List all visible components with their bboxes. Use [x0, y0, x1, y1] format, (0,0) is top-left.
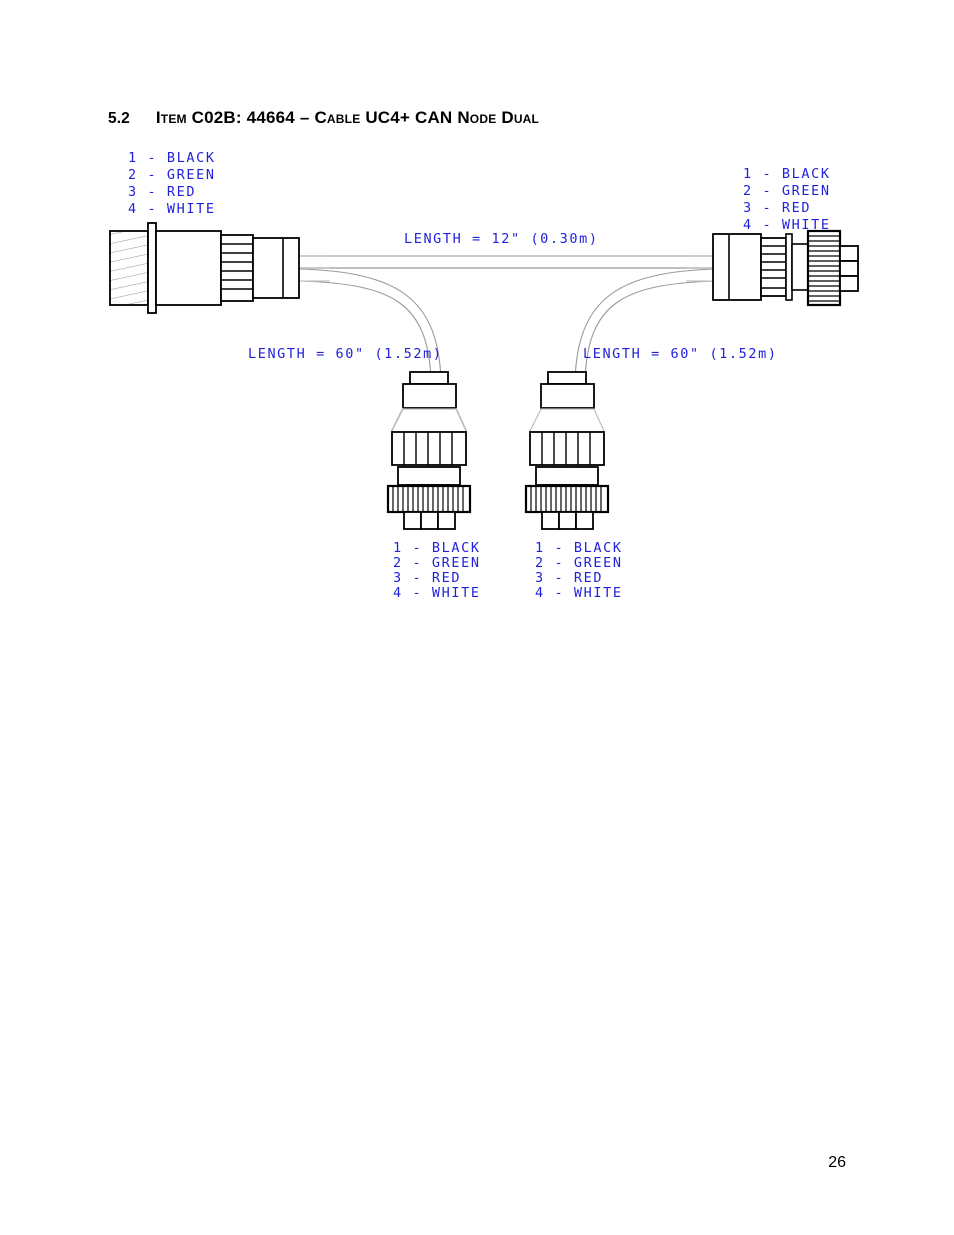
connector-main-right-hex-cap	[839, 245, 859, 292]
pinout-bottom-left-line-3: 3 - RED	[393, 570, 461, 586]
diagram-annotations: 1 - BLACK 2 - GREEN 3 - RED 4 - WHITE 1 …	[128, 150, 831, 601]
pinout-bottom-left-line-4: 4 - WHITE	[393, 585, 481, 601]
cable-stubs-left	[297, 255, 330, 282]
connector-branch-right-body	[529, 431, 605, 466]
pinout-bottom-right-line-1: 1 - BLACK	[535, 540, 623, 556]
connector-branch-right-shoulder	[535, 466, 599, 486]
connector-main-left	[109, 222, 300, 314]
connector-main-right-washer	[785, 233, 793, 301]
connector-branch-right	[524, 371, 610, 530]
connector-branch-left-hex-foot	[403, 511, 456, 530]
connector-main-right	[712, 229, 859, 307]
connector-main-left-thread	[109, 230, 149, 306]
label-branch-left-length: LENGTH = 60" (1.52m)	[248, 346, 443, 362]
connector-branch-left-body	[391, 431, 467, 466]
connector-branch-left-collar	[402, 383, 457, 409]
connector-main-left-flange	[147, 222, 157, 314]
connector-main-left-backshell	[252, 237, 300, 299]
cable-branch-right	[574, 268, 717, 381]
pinout-bottom-left-line-2: 2 - GREEN	[393, 555, 481, 571]
pinout-top-left-line-4: 4 - WHITE	[128, 201, 216, 217]
connector-main-right-knurled-nut	[806, 229, 842, 307]
connector-branch-left-knurl-lines	[392, 486, 464, 512]
connector-branch-right-hex-foot	[541, 511, 594, 530]
connector-branch-right-cap	[547, 371, 587, 385]
pinout-bottom-left-line-1: 1 - BLACK	[393, 540, 481, 556]
connector-branch-left-cap	[409, 371, 449, 385]
connector-branch-right-taper	[529, 408, 605, 433]
pinout-bottom-right-line-2: 2 - GREEN	[535, 555, 623, 571]
connector-main-left-body	[155, 230, 222, 306]
connector-main-right-backshell	[712, 233, 762, 301]
connector-branch-left-shoulder	[397, 466, 461, 486]
pinout-bottom-left: 1 - BLACK 2 - GREEN 3 - RED 4 - WHITE	[393, 540, 481, 601]
connector-branch-right-collar	[540, 383, 595, 409]
pinout-top-left-line-3: 3 - RED	[128, 184, 196, 200]
label-trunk-length: LENGTH = 12" (0.30m)	[404, 231, 599, 247]
cable-branch-left	[299, 268, 442, 381]
connector-branch-right-knurl-lines	[530, 486, 602, 512]
pinout-top-right-line-4: 4 - WHITE	[743, 217, 831, 233]
pinout-bottom-right-line-3: 3 - RED	[535, 570, 603, 586]
connector-branch-left	[386, 371, 472, 530]
pinout-top-right-line-3: 3 - RED	[743, 200, 811, 216]
pinout-top-left: 1 - BLACK 2 - GREEN 3 - RED 4 - WHITE	[128, 150, 216, 217]
pinout-top-left-line-1: 1 - BLACK	[128, 150, 216, 166]
pinout-bottom-right: 1 - BLACK 2 - GREEN 3 - RED 4 - WHITE	[535, 540, 623, 601]
page-number: 26	[828, 1154, 846, 1171]
pinout-top-left-line-2: 2 - GREEN	[128, 167, 216, 183]
pinout-top-right: 1 - BLACK 2 - GREEN 3 - RED 4 - WHITE	[743, 166, 831, 233]
pinout-top-right-line-2: 2 - GREEN	[743, 183, 831, 199]
label-branch-right-length: LENGTH = 60" (1.52m)	[583, 346, 778, 362]
cable-trunk	[300, 255, 716, 269]
pinout-top-right-line-1: 1 - BLACK	[743, 166, 831, 182]
connector-main-right-shoulder	[791, 243, 809, 291]
pinout-bottom-right-line-4: 4 - WHITE	[535, 585, 623, 601]
connector-main-left-coupling	[220, 234, 254, 302]
cable-assembly-diagram: 1 - BLACK 2 - GREEN 3 - RED 4 - WHITE 1 …	[109, 150, 859, 601]
